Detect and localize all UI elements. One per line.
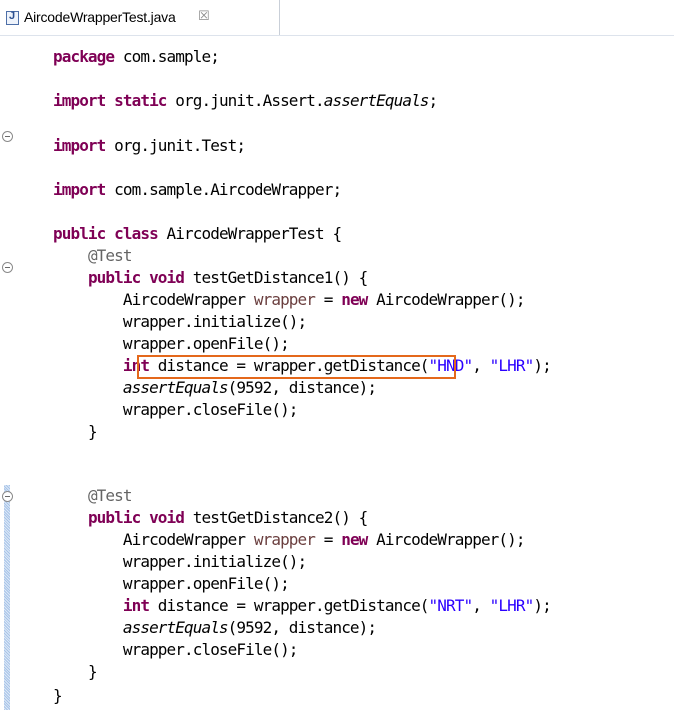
code-line: import static org.junit.Assert.assertEqu… [53, 91, 438, 110]
code-line: package com.sample; [53, 47, 220, 66]
code-line: AircodeWrapper wrapper = new AircodeWrap… [122, 290, 526, 309]
code-line: wrapper.openFile(); [122, 574, 290, 593]
code-line: } [87, 662, 98, 681]
code-line: public void testGetDistance2() { [87, 508, 368, 527]
fold-toggle-icon[interactable] [2, 262, 13, 273]
code-line: } [87, 422, 98, 441]
editor-tab-title: AircodeWrapperTest.java [24, 9, 176, 25]
code-line: @Test [87, 246, 133, 265]
java-file-icon: J [6, 10, 19, 25]
code-line: public void testGetDistance1() { [87, 268, 368, 287]
code-line: assertEquals(9592, distance); [122, 618, 377, 637]
code-line: wrapper.closeFile(); [122, 640, 299, 659]
code-line: import org.junit.Test; [53, 136, 246, 155]
code-line: } [53, 686, 63, 705]
fold-toggle-icon[interactable] [2, 491, 13, 502]
highlight-box [137, 355, 456, 379]
code-line: assertEquals(9592, distance); [122, 378, 377, 397]
code-line: AircodeWrapper wrapper = new AircodeWrap… [122, 530, 526, 549]
code-line: import com.sample.AircodeWrapper; [53, 180, 342, 199]
editor-tab[interactable]: J AircodeWrapperTest.java ☒ [0, 0, 280, 36]
code-line: @Test [87, 486, 133, 505]
change-marker [4, 485, 10, 710]
left-ruler [0, 36, 13, 710]
code-line: wrapper.openFile(); [122, 334, 290, 353]
code-line: int distance = wrapper.getDistance("NRT"… [122, 596, 552, 615]
code-line: wrapper.closeFile(); [122, 400, 299, 419]
close-icon[interactable]: ☒ [198, 9, 210, 24]
editor-tab-bar: J AircodeWrapperTest.java ☒ [0, 0, 674, 36]
fold-toggle-icon[interactable] [2, 131, 13, 142]
code-line: wrapper.initialize(); [122, 552, 307, 571]
code-line: wrapper.initialize(); [122, 312, 307, 331]
code-line: public class AircodeWrapperTest { [53, 224, 342, 243]
